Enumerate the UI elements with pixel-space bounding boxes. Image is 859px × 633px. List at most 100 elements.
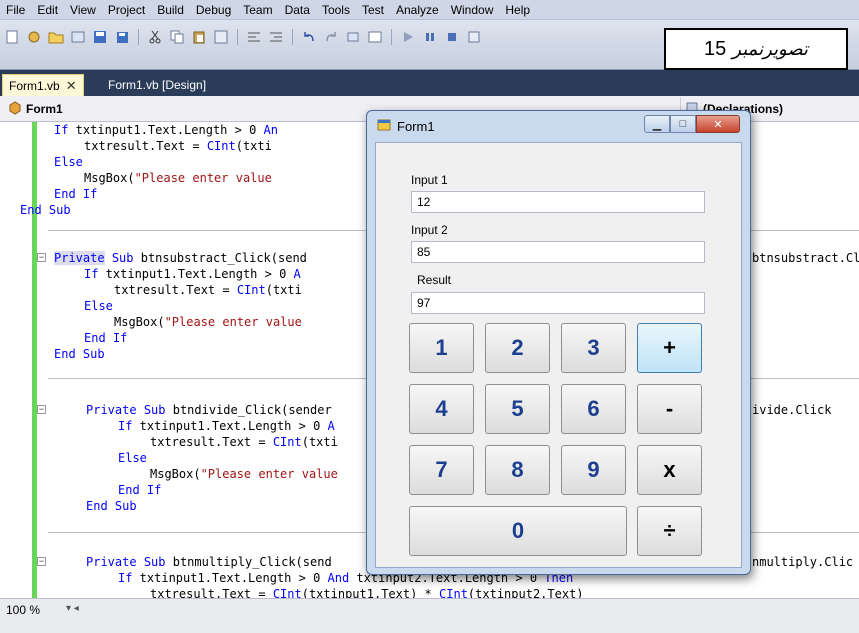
menu-project[interactable]: Project bbox=[102, 0, 151, 20]
menu-window[interactable]: Window bbox=[445, 0, 500, 20]
code-line: txtresult.Text = CInt(txtinput1.Text) * … bbox=[150, 587, 584, 598]
class-icon bbox=[8, 100, 22, 118]
paste-icon[interactable] bbox=[191, 29, 207, 45]
save-all-icon[interactable] bbox=[114, 29, 130, 45]
undo-icon[interactable] bbox=[301, 29, 317, 45]
redo-icon[interactable] bbox=[323, 29, 339, 45]
code-line: txtresult.Text = CInt(txti bbox=[150, 435, 338, 449]
tab-form1-vb[interactable]: Form1.vb ✕ bbox=[2, 74, 84, 96]
code-line: End Sub bbox=[20, 203, 71, 217]
digit-6-button[interactable]: 6 bbox=[561, 384, 626, 434]
copy-icon[interactable] bbox=[169, 29, 185, 45]
grid-icon[interactable] bbox=[70, 29, 86, 45]
code-line: MsgBox("Please enter value bbox=[114, 315, 302, 329]
open-folder-icon[interactable] bbox=[48, 29, 64, 45]
input1-field[interactable]: 12 bbox=[411, 191, 705, 213]
menu-analyze[interactable]: Analyze bbox=[390, 0, 445, 20]
code-line-right: ivide.Click bbox=[752, 403, 832, 417]
close-icon[interactable]: ✕ bbox=[66, 78, 77, 94]
digit-9-button[interactable]: 9 bbox=[561, 445, 626, 495]
digit-8-button[interactable]: 8 bbox=[485, 445, 550, 495]
menu-data[interactable]: Data bbox=[279, 0, 316, 20]
menu-help[interactable]: Help bbox=[499, 0, 536, 20]
input2-field[interactable]: 85 bbox=[411, 241, 705, 263]
class-dropdown[interactable]: Form1 bbox=[0, 98, 360, 120]
digit-0-button[interactable]: 0 bbox=[409, 506, 627, 556]
menu-test[interactable]: Test bbox=[356, 0, 390, 20]
menu-bar: File Edit View Project Build Debug Team … bbox=[0, 0, 859, 20]
menu-view[interactable]: View bbox=[64, 0, 102, 20]
digit-3-button[interactable]: 3 bbox=[561, 323, 626, 373]
code-line: End If bbox=[84, 331, 128, 345]
code-line: If txtinput1.Text.Length > 0 A bbox=[118, 419, 335, 433]
window-controls: ▁ □ ✕ bbox=[644, 115, 740, 133]
menu-file[interactable]: File bbox=[0, 0, 31, 20]
menu-debug[interactable]: Debug bbox=[190, 0, 237, 20]
start-debug-icon[interactable] bbox=[400, 29, 416, 45]
code-line: End Sub bbox=[54, 347, 105, 361]
uncomment-icon[interactable] bbox=[268, 29, 284, 45]
comment-icon[interactable] bbox=[246, 29, 262, 45]
code-line: End If bbox=[54, 187, 98, 201]
tab-form1-design[interactable]: Form1.vb [Design] bbox=[102, 74, 212, 96]
zoom-level[interactable]: 100 % bbox=[6, 603, 40, 617]
menu-tools[interactable]: Tools bbox=[316, 0, 356, 20]
close-icon: ✕ bbox=[713, 118, 723, 131]
step-icon[interactable] bbox=[466, 29, 482, 45]
menu-edit[interactable]: Edit bbox=[31, 0, 64, 20]
code-line: If txtinput1.Text.Length > 0 A bbox=[84, 267, 301, 281]
result-field[interactable]: 97 bbox=[411, 292, 705, 314]
menu-build[interactable]: Build bbox=[151, 0, 190, 20]
multiply-button[interactable]: x bbox=[637, 445, 702, 495]
divide-button[interactable]: ÷ bbox=[637, 506, 702, 556]
close-button[interactable]: ✕ bbox=[696, 115, 740, 133]
digit-4-button[interactable]: 4 bbox=[409, 384, 474, 434]
collapse-icon[interactable]: − bbox=[37, 557, 46, 566]
window-icon[interactable] bbox=[367, 29, 383, 45]
add-item-icon[interactable] bbox=[26, 29, 42, 45]
digit-5-button[interactable]: 5 bbox=[485, 384, 550, 434]
code-line: Else bbox=[118, 451, 147, 465]
change-tracking-bar bbox=[32, 122, 37, 598]
maximize-icon: □ bbox=[679, 118, 687, 130]
new-project-icon[interactable] bbox=[4, 29, 20, 45]
form-titlebar[interactable]: Form1 ▁ □ ✕ bbox=[367, 111, 750, 141]
subtract-button[interactable]: - bbox=[637, 384, 702, 434]
result-label: Result bbox=[417, 273, 452, 287]
code-line: MsgBox("Please enter value bbox=[84, 171, 272, 185]
code-line: Private Sub btnsubstract_Click(send bbox=[54, 251, 307, 265]
code-line: End If bbox=[118, 483, 162, 497]
menu-team[interactable]: Team bbox=[237, 0, 278, 20]
code-line-right: btnsubstract.Cl bbox=[752, 251, 859, 265]
maximize-button[interactable]: □ bbox=[670, 115, 696, 133]
toolbar-separator bbox=[292, 29, 293, 45]
toolbar-separator bbox=[391, 29, 392, 45]
figure-caption: 15 تصویرنمبر bbox=[664, 28, 848, 70]
add-button[interactable]: + bbox=[637, 323, 702, 373]
digit-2-button[interactable]: 2 bbox=[485, 323, 550, 373]
minimize-button[interactable]: ▁ bbox=[644, 115, 670, 133]
status-bar: 100 % ▾ ◂ bbox=[0, 598, 859, 633]
digit-7-button[interactable]: 7 bbox=[409, 445, 474, 495]
minimize-icon: ▁ bbox=[652, 118, 662, 131]
input1-label: Input 1 bbox=[411, 173, 448, 187]
navigate-icon[interactable] bbox=[345, 29, 361, 45]
collapse-icon[interactable]: − bbox=[37, 253, 46, 262]
code-line: Private Sub btnmultiply_Click(send bbox=[86, 555, 332, 569]
chevron-down-icon[interactable]: ▾ ◂ bbox=[66, 603, 79, 614]
code-line: If txtinput1.Text.Length > 0 An bbox=[54, 123, 278, 137]
code-line: Else bbox=[84, 299, 113, 313]
collapse-icon[interactable]: − bbox=[37, 405, 46, 414]
find-icon[interactable] bbox=[213, 29, 229, 45]
pause-icon[interactable] bbox=[422, 29, 438, 45]
code-line-right: nmultiply.Clic bbox=[752, 555, 854, 569]
cut-icon[interactable] bbox=[147, 29, 163, 45]
tab-label: Form1.vb bbox=[9, 78, 60, 93]
stop-icon[interactable] bbox=[444, 29, 460, 45]
digit-1-button[interactable]: 1 bbox=[409, 323, 474, 373]
app-icon bbox=[377, 118, 391, 135]
code-line: End Sub bbox=[86, 499, 137, 513]
save-icon[interactable] bbox=[92, 29, 108, 45]
document-tabs: Form1.vb ✕ Form1.vb [Design] bbox=[0, 70, 859, 96]
code-line: txtresult.Text = CInt(txti bbox=[114, 283, 302, 297]
